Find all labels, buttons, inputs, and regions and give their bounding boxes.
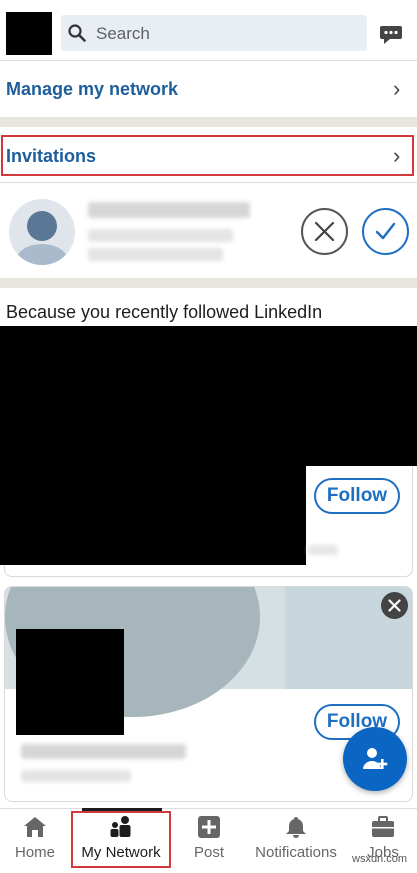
- briefcase-icon: [372, 816, 394, 837]
- suggestions-title: Because you recently followed LinkedIn: [6, 302, 323, 322]
- dismiss-card-button[interactable]: [381, 592, 408, 619]
- bell-icon: [286, 817, 306, 838]
- check-icon: [375, 222, 396, 240]
- manage-network-label: Manage my network: [6, 79, 179, 99]
- section-divider: [0, 278, 417, 288]
- row-divider: [0, 182, 417, 183]
- close-icon: [314, 221, 335, 242]
- section-divider: [0, 117, 417, 127]
- search-placeholder: Search: [96, 24, 150, 43]
- nav-post[interactable]: Post: [180, 809, 238, 873]
- ignore-button[interactable]: [301, 208, 348, 255]
- messaging-icon[interactable]: [379, 22, 403, 46]
- home-icon: [24, 817, 46, 837]
- invitation-headline-blurred: [88, 229, 233, 242]
- add-person-icon: [363, 748, 388, 769]
- redacted-block: [0, 466, 306, 565]
- nav-post-label: Post: [193, 844, 224, 861]
- close-icon: [388, 599, 401, 612]
- search-bar[interactable]: Search: [61, 15, 367, 51]
- nav-notifications[interactable]: Notifications: [251, 809, 341, 873]
- chevron-right-icon: ›: [393, 143, 401, 168]
- invitations-row[interactable]: Invitations ›: [1, 135, 414, 176]
- invitations-label: Invitations: [6, 146, 97, 166]
- nav-home-label: Home: [14, 844, 55, 861]
- nav-home[interactable]: Home: [0, 809, 70, 873]
- redacted-block: [0, 326, 417, 466]
- nav-notifications-label: Notifications: [255, 844, 337, 861]
- chevron-right-icon: ›: [393, 76, 401, 101]
- plus-square-icon: [198, 816, 220, 838]
- invitation-name-blurred: [88, 202, 250, 218]
- redacted-block: [16, 629, 124, 735]
- invitation-avatar[interactable]: [9, 199, 75, 265]
- manage-network-row[interactable]: Manage my network ›: [0, 61, 417, 117]
- search-icon: [68, 24, 86, 42]
- follow-button[interactable]: Follow: [314, 478, 400, 514]
- profile-avatar[interactable]: [6, 12, 52, 55]
- person-placeholder-icon: [16, 211, 68, 265]
- add-connection-button[interactable]: [343, 727, 407, 791]
- card-name-blurred: [21, 744, 186, 759]
- card-text-blurred: [308, 545, 338, 555]
- accept-button[interactable]: [362, 208, 409, 255]
- watermark: wsxdn.com: [352, 853, 408, 865]
- my-network-highlight: [71, 811, 171, 868]
- card-headline-blurred: [21, 770, 131, 782]
- invitation-headline-blurred: [88, 248, 223, 261]
